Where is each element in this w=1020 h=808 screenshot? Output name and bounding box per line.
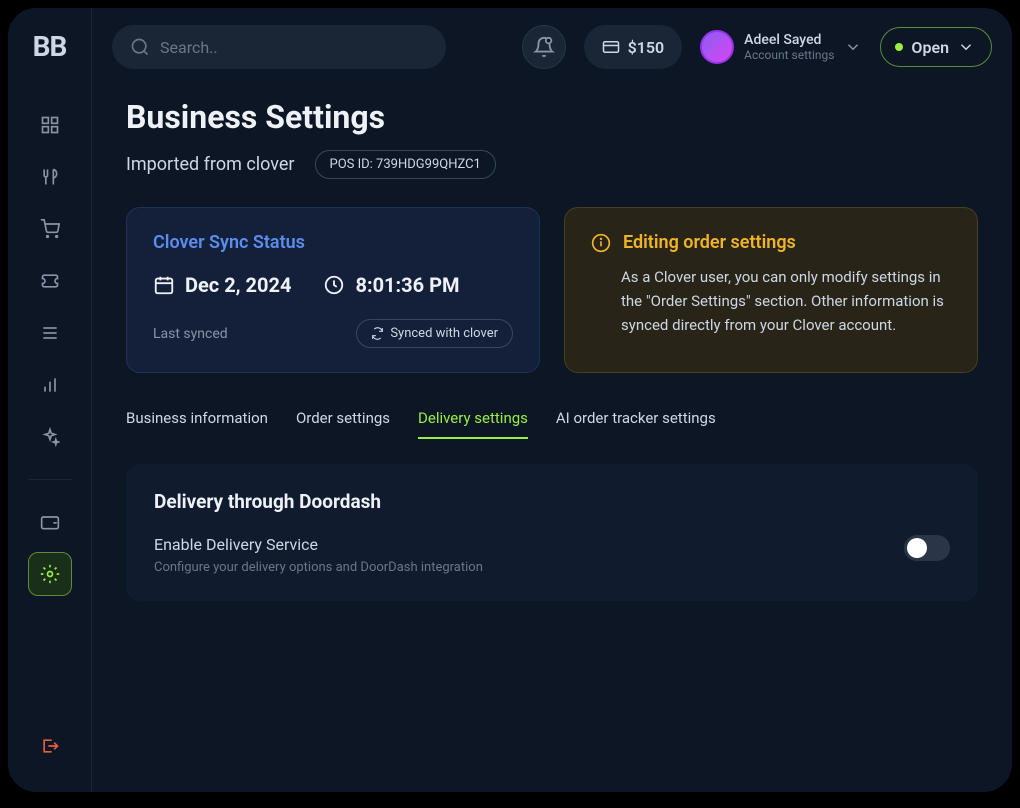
setting-label: Enable Delivery Service [154,535,483,554]
user-name: Adeel Sayed [744,32,834,48]
status-label: Open [911,38,949,57]
notifications-button[interactable] [522,25,566,69]
sync-status-card: Clover Sync Status Dec 2, 2024 8:01:36 P… [126,207,540,373]
avatar [700,30,734,64]
chevron-down-icon [844,38,862,56]
sync-time: 8:01:36 PM [355,273,459,297]
bell-icon [533,36,555,58]
sidebar: BB [8,8,92,792]
ticket-icon [40,271,60,291]
user-menu[interactable]: Adeel Sayed Account settings [700,30,862,64]
chart-icon [40,375,60,395]
chevron-down-icon [957,38,975,56]
topbar: $150 Adeel Sayed Account settings Open [92,8,1012,86]
warning-text: As a Clover user, you can only modify se… [591,265,951,337]
card-icon [602,38,620,56]
delivery-panel: Delivery through Doordash Enable Deliver… [126,464,978,601]
last-synced-label: Last synced [153,326,228,342]
sparkle-icon [40,427,60,447]
grid-icon [40,115,60,135]
nav-wallet[interactable] [28,500,72,544]
pos-id-pill: POS ID: 739HDG99QHZC1 [315,150,496,179]
tab-ai-tracker[interactable]: AI order tracker settings [556,409,716,439]
search-input[interactable] [112,25,446,69]
list-icon [40,323,60,343]
status-dot [895,43,903,51]
search-field[interactable] [160,38,428,57]
refresh-icon [371,327,384,340]
status-open-button[interactable]: Open [880,27,992,67]
balance-pill[interactable]: $150 [584,25,683,69]
warning-card: Editing order settings As a Clover user,… [564,207,978,373]
sync-button-label: Synced with clover [390,326,498,341]
logout-icon [40,736,60,756]
logout-button[interactable] [28,724,72,768]
toggle-knob [907,538,927,558]
cart-icon [40,219,60,239]
nav-ai[interactable] [28,415,72,459]
nav-list[interactable] [28,311,72,355]
nav-settings[interactable] [28,552,72,596]
nav-divider [28,479,72,480]
delivery-toggle[interactable] [904,535,950,561]
nav-menu[interactable] [28,155,72,199]
nav-dashboard[interactable] [28,103,72,147]
sync-card-title: Clover Sync Status [153,232,513,253]
page-title: Business Settings [126,98,978,136]
logo: BB [33,30,67,63]
clock-icon [323,274,345,296]
tabs: Business information Order settings Deli… [126,409,978,440]
balance-amount: $150 [628,38,665,57]
warning-title: Editing order settings [623,232,796,253]
sync-date: Dec 2, 2024 [185,273,291,297]
fork-knife-icon [40,167,60,187]
tab-order-settings[interactable]: Order settings [296,409,390,439]
info-icon [591,233,611,253]
tab-business-info[interactable]: Business information [126,409,268,439]
calendar-icon [153,274,175,296]
nav-analytics[interactable] [28,363,72,407]
sync-button[interactable]: Synced with clover [356,319,513,348]
nav-cart[interactable] [28,207,72,251]
gear-icon [40,564,60,584]
page-subtitle: Imported from clover [126,154,295,175]
user-subtitle: Account settings [744,48,834,62]
setting-description: Configure your delivery options and Door… [154,560,483,575]
panel-title: Delivery through Doordash [154,490,950,513]
tab-delivery-settings[interactable]: Delivery settings [418,409,528,439]
wallet-icon [40,512,60,532]
search-icon [130,37,150,57]
nav-tickets[interactable] [28,259,72,303]
